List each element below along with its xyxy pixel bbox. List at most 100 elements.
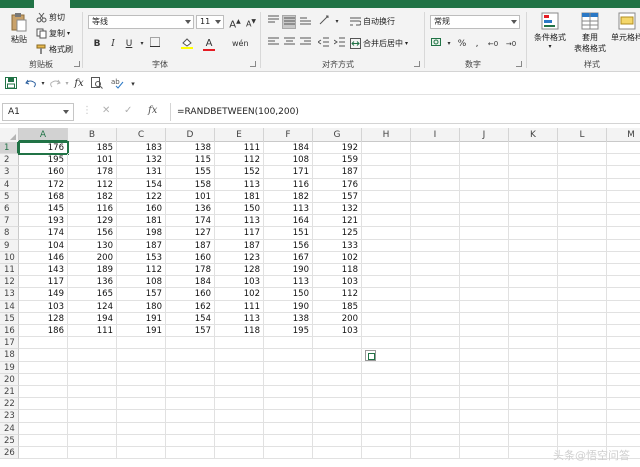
tab-home-active[interactable] <box>34 0 70 8</box>
cell-m19[interactable] <box>607 362 640 374</box>
column-header-c[interactable]: C <box>117 128 166 142</box>
cell-d13[interactable]: 160 <box>166 288 215 301</box>
cell-b9[interactable]: 130 <box>68 239 117 252</box>
cell-a2[interactable]: 195 <box>19 154 68 167</box>
font-launcher-icon[interactable] <box>250 61 256 67</box>
cell-i2[interactable] <box>411 154 460 167</box>
cell-m24[interactable] <box>607 423 640 435</box>
cell-e26[interactable] <box>215 447 264 460</box>
cell-e11[interactable]: 128 <box>215 264 264 277</box>
row-header-20[interactable]: 20 <box>0 373 19 386</box>
cell-k12[interactable] <box>509 276 558 289</box>
cell-a24[interactable] <box>19 422 68 435</box>
cell-k24[interactable] <box>509 422 558 435</box>
cell-c3[interactable]: 131 <box>117 166 166 179</box>
cell-l8[interactable] <box>558 227 607 240</box>
column-header-i[interactable]: I <box>411 128 460 142</box>
format-as-table-button[interactable]: 套用 表格格式 <box>572 12 608 54</box>
cell-d6[interactable]: 136 <box>166 203 215 216</box>
cell-d22[interactable] <box>166 398 215 411</box>
cell-i13[interactable] <box>411 288 460 301</box>
cell-l6[interactable] <box>558 203 607 216</box>
cell-c1[interactable]: 183 <box>117 142 166 155</box>
cell-h22[interactable] <box>362 398 411 411</box>
cell-c22[interactable] <box>117 398 166 411</box>
cell-e21[interactable] <box>215 386 264 399</box>
cell-d19[interactable] <box>166 361 215 374</box>
row-header-8[interactable]: 8 <box>0 227 19 240</box>
cell-k25[interactable] <box>509 434 558 447</box>
cell-c25[interactable] <box>117 434 166 447</box>
cell-m7[interactable] <box>607 215 640 228</box>
cell-c5[interactable]: 122 <box>117 190 166 203</box>
wrap-text-button[interactable]: 自动换行 <box>350 16 395 27</box>
cell-e10[interactable]: 123 <box>215 251 264 264</box>
orientation-dropdown-icon[interactable]: ▾ <box>330 15 344 29</box>
row-header-6[interactable]: 6 <box>0 203 19 216</box>
cell-d25[interactable] <box>166 434 215 447</box>
cell-h20[interactable] <box>362 373 411 386</box>
cell-c4[interactable]: 154 <box>117 178 166 191</box>
column-header-m[interactable]: M <box>607 128 640 142</box>
cell-i22[interactable] <box>411 398 460 411</box>
cell-j14[interactable] <box>460 300 509 313</box>
cell-f3[interactable]: 171 <box>264 166 313 179</box>
cell-e24[interactable] <box>215 422 264 435</box>
font-size-combo[interactable]: 11 <box>196 15 224 29</box>
cell-g19[interactable] <box>313 361 362 374</box>
cell-d8[interactable]: 127 <box>166 227 215 240</box>
cut-button[interactable]: 剪切 <box>36 12 65 23</box>
cell-c10[interactable]: 153 <box>117 251 166 264</box>
number-format-combo[interactable]: 常规 <box>430 15 520 29</box>
cell-b22[interactable] <box>68 398 117 411</box>
cell-j12[interactable] <box>460 276 509 289</box>
cell-m12[interactable] <box>607 276 640 289</box>
cell-j23[interactable] <box>460 410 509 423</box>
cell-d11[interactable]: 178 <box>166 264 215 277</box>
cell-h26[interactable] <box>362 447 411 460</box>
cell-h25[interactable] <box>362 434 411 447</box>
row-header-12[interactable]: 12 <box>0 276 19 289</box>
cell-g16[interactable]: 103 <box>313 325 362 338</box>
cell-d16[interactable]: 157 <box>166 325 215 338</box>
cell-h11[interactable] <box>362 264 411 277</box>
cell-b7[interactable]: 129 <box>68 215 117 228</box>
cell-e16[interactable]: 118 <box>215 325 264 338</box>
cell-m22[interactable] <box>607 398 640 411</box>
column-header-l[interactable]: L <box>558 128 607 142</box>
cell-c19[interactable] <box>117 361 166 374</box>
cell-a13[interactable]: 149 <box>19 288 68 301</box>
increase-indent-icon[interactable] <box>332 37 346 51</box>
cell-h12[interactable] <box>362 276 411 289</box>
cell-h4[interactable] <box>362 178 411 191</box>
cell-f19[interactable] <box>264 361 313 374</box>
cell-j5[interactable] <box>460 190 509 203</box>
cell-d10[interactable]: 160 <box>166 251 215 264</box>
cell-i7[interactable] <box>411 215 460 228</box>
merge-dropdown-icon[interactable]: ▾ <box>405 40 408 47</box>
cell-j6[interactable] <box>460 203 509 216</box>
cell-j10[interactable] <box>460 251 509 264</box>
cell-g5[interactable]: 157 <box>313 190 362 203</box>
row-header-24[interactable]: 24 <box>0 422 19 435</box>
cell-e13[interactable]: 102 <box>215 288 264 301</box>
cell-j21[interactable] <box>460 386 509 399</box>
cell-k3[interactable] <box>509 166 558 179</box>
row-header-11[interactable]: 11 <box>0 264 19 277</box>
cell-a25[interactable] <box>19 434 68 447</box>
cell-f15[interactable]: 138 <box>264 312 313 325</box>
cell-g7[interactable]: 121 <box>313 215 362 228</box>
cell-j15[interactable] <box>460 312 509 325</box>
cell-g21[interactable] <box>313 386 362 399</box>
cell-m16[interactable] <box>607 325 640 338</box>
cell-c21[interactable] <box>117 386 166 399</box>
cell-l7[interactable] <box>558 215 607 228</box>
cell-m1[interactable] <box>607 142 640 155</box>
cell-h13[interactable] <box>362 288 411 301</box>
cell-d7[interactable]: 174 <box>166 215 215 228</box>
cell-a22[interactable] <box>19 398 68 411</box>
cell-b13[interactable]: 165 <box>68 288 117 301</box>
cell-m3[interactable] <box>607 166 640 179</box>
cell-a19[interactable] <box>19 361 68 374</box>
cell-l19[interactable] <box>558 361 607 374</box>
